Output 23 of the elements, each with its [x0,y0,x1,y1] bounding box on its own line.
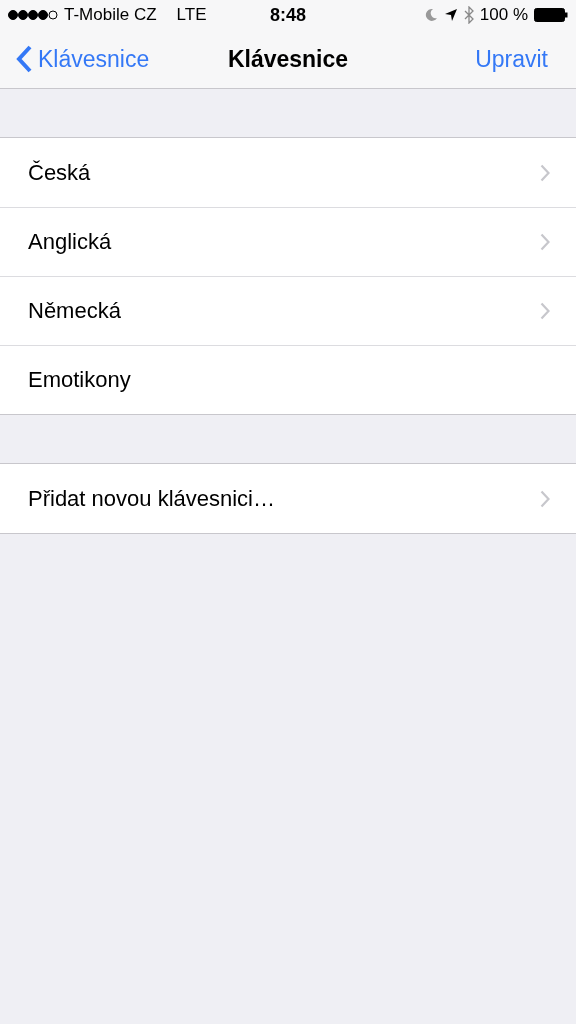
chevron-left-icon [16,45,32,73]
list-row[interactable]: Německá [0,276,576,345]
nav-title: Klávesnice [227,45,349,73]
row-label: Anglická [28,229,113,255]
bluetooth-icon [463,6,474,24]
list-row[interactable]: Anglická [0,207,576,276]
battery-icon [534,8,568,22]
row-label: Česká [28,159,92,186]
moon-icon [423,8,438,22]
row-label: Emotikony [28,367,132,393]
row-label: Přidat novou klávesnici… [28,485,276,512]
status-time: 8:48 [270,4,306,26]
list-row[interactable]: Emotikony [0,345,576,414]
network-type: LTE [176,5,207,25]
row-label: Německá [28,298,122,324]
location-arrow-icon [443,8,458,22]
list-row[interactable]: Přidat novou klávesnici… [0,464,576,533]
list-row[interactable]: Česká [0,138,576,207]
signal-icon [8,9,58,21]
back-button[interactable]: Klávesnice [16,45,150,73]
edit-button[interactable]: Upravit [475,45,548,73]
carrier-name: T-Mobile CZ [64,5,157,25]
battery-percent: 100 % [479,5,528,25]
